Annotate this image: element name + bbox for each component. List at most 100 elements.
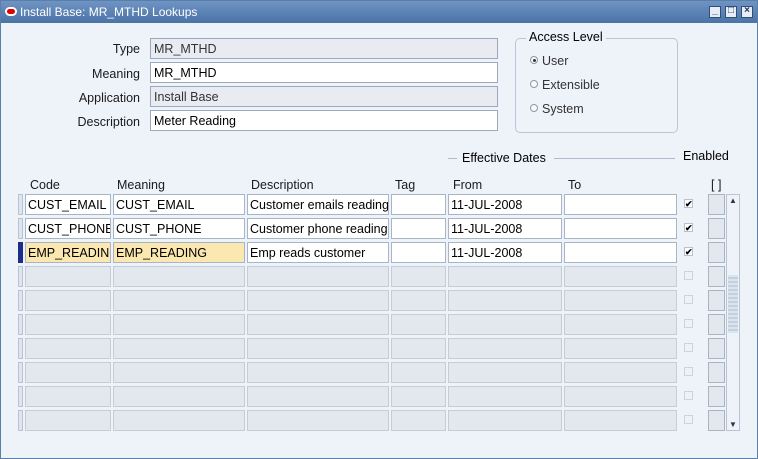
flex-field-cell[interactable] <box>708 410 725 431</box>
to-cell[interactable] <box>564 410 677 431</box>
enabled-checkbox[interactable]: ✔ <box>684 223 693 233</box>
code-cell[interactable] <box>25 314 111 335</box>
extensible-radio-label[interactable]: Extensible <box>542 78 600 92</box>
code-cell[interactable]: CUST_EMAIL <box>25 194 111 215</box>
description-cell[interactable] <box>247 338 389 359</box>
to-cell[interactable] <box>564 218 677 239</box>
meaning-cell[interactable] <box>113 266 245 287</box>
tag-cell[interactable] <box>391 362 446 383</box>
flex-field-cell[interactable] <box>708 290 725 311</box>
title-bar[interactable]: Install Base: MR_MTHD Lookups _ □ × <box>1 1 757 23</box>
from-cell[interactable] <box>448 266 562 287</box>
enabled-checkbox[interactable] <box>684 367 693 376</box>
enabled-checkbox[interactable]: ✔ <box>684 199 693 209</box>
scroll-up-icon[interactable]: ▲ <box>728 196 738 205</box>
to-cell[interactable] <box>564 362 677 383</box>
tag-cell[interactable] <box>391 218 446 239</box>
to-cell[interactable] <box>564 386 677 407</box>
row-indicator[interactable] <box>18 218 23 239</box>
code-cell[interactable] <box>25 290 111 311</box>
tag-cell[interactable] <box>391 242 446 263</box>
row-indicator[interactable] <box>18 338 23 359</box>
flex-field-cell[interactable] <box>708 218 725 239</box>
meaning-cell[interactable]: EMP_READING <box>113 242 245 263</box>
from-cell[interactable]: 11-JUL-2008 <box>448 218 562 239</box>
application-field[interactable]: Install Base <box>150 86 498 107</box>
row-indicator[interactable] <box>18 362 23 383</box>
meaning-cell[interactable]: CUST_EMAIL <box>113 194 245 215</box>
scroll-down-icon[interactable]: ▼ <box>728 420 738 429</box>
code-cell[interactable] <box>25 410 111 431</box>
tag-cell[interactable] <box>391 194 446 215</box>
enabled-checkbox[interactable] <box>684 319 693 328</box>
row-indicator[interactable] <box>18 290 23 311</box>
enabled-checkbox[interactable]: ✔ <box>684 247 693 257</box>
meaning-cell[interactable]: CUST_PHONE <box>113 218 245 239</box>
system-radio[interactable] <box>530 104 538 112</box>
type-field[interactable]: MR_MTHD <box>150 38 498 59</box>
row-indicator[interactable] <box>18 386 23 407</box>
meaning-cell[interactable] <box>113 338 245 359</box>
from-cell[interactable] <box>448 290 562 311</box>
to-cell[interactable] <box>564 338 677 359</box>
minimize-icon[interactable]: _ <box>709 5 721 18</box>
tag-cell[interactable] <box>391 290 446 311</box>
meaning-cell[interactable] <box>113 362 245 383</box>
description-cell[interactable] <box>247 314 389 335</box>
flex-field-cell[interactable] <box>708 194 725 215</box>
description-cell[interactable] <box>247 290 389 311</box>
description-cell[interactable]: Customer emails reading <box>247 194 389 215</box>
flex-field-cell[interactable] <box>708 314 725 335</box>
to-cell[interactable] <box>564 314 677 335</box>
flex-field-header[interactable]: [ ] <box>711 178 721 192</box>
tag-cell[interactable] <box>391 314 446 335</box>
vertical-scrollbar[interactable]: ▲ ▼ <box>726 194 740 431</box>
code-cell[interactable]: CUST_PHONE <box>25 218 111 239</box>
tag-cell[interactable] <box>391 410 446 431</box>
row-indicator[interactable] <box>18 410 23 431</box>
to-cell[interactable] <box>564 194 677 215</box>
enabled-checkbox[interactable] <box>684 271 693 280</box>
from-cell[interactable] <box>448 314 562 335</box>
from-cell[interactable] <box>448 410 562 431</box>
code-cell[interactable]: EMP_READING <box>25 242 111 263</box>
extensible-radio[interactable] <box>530 80 538 88</box>
close-icon[interactable]: × <box>741 5 753 18</box>
description-cell[interactable]: Customer phone reading <box>247 218 389 239</box>
description-cell[interactable] <box>247 386 389 407</box>
system-radio-label[interactable]: System <box>542 102 584 116</box>
flex-field-cell[interactable] <box>708 362 725 383</box>
scroll-thumb[interactable] <box>728 275 738 333</box>
user-radio[interactable] <box>530 56 538 64</box>
row-indicator[interactable] <box>18 314 23 335</box>
description-cell[interactable] <box>247 410 389 431</box>
from-cell[interactable] <box>448 362 562 383</box>
tag-cell[interactable] <box>391 338 446 359</box>
meaning-cell[interactable] <box>113 410 245 431</box>
enabled-checkbox[interactable] <box>684 391 693 400</box>
flex-field-cell[interactable] <box>708 266 725 287</box>
enabled-checkbox[interactable] <box>684 343 693 352</box>
code-cell[interactable] <box>25 362 111 383</box>
meaning-cell[interactable] <box>113 386 245 407</box>
meaning-cell[interactable] <box>113 290 245 311</box>
from-cell[interactable] <box>448 338 562 359</box>
code-cell[interactable] <box>25 386 111 407</box>
description-cell[interactable] <box>247 362 389 383</box>
to-cell[interactable] <box>564 242 677 263</box>
maximize-icon[interactable]: □ <box>725 5 737 18</box>
meaning-field[interactable]: MR_MTHD <box>150 62 498 83</box>
row-indicator[interactable] <box>18 194 23 215</box>
row-indicator[interactable] <box>18 242 23 263</box>
description-cell[interactable]: Emp reads customer <box>247 242 389 263</box>
code-cell[interactable] <box>25 266 111 287</box>
to-cell[interactable] <box>564 266 677 287</box>
flex-field-cell[interactable] <box>708 386 725 407</box>
from-cell[interactable] <box>448 386 562 407</box>
code-cell[interactable] <box>25 338 111 359</box>
enabled-checkbox[interactable] <box>684 415 693 424</box>
description-field[interactable]: Meter Reading <box>150 110 498 131</box>
flex-field-cell[interactable] <box>708 242 725 263</box>
meaning-cell[interactable] <box>113 314 245 335</box>
tag-cell[interactable] <box>391 386 446 407</box>
